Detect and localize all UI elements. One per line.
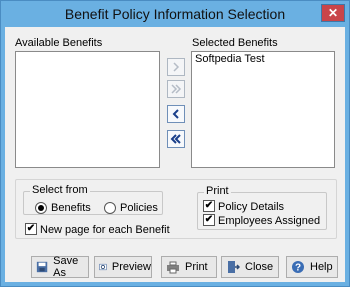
title-bar[interactable]: Benefit Policy Information Selection ✕ <box>1 1 349 27</box>
benefits-radio[interactable] <box>35 202 47 214</box>
window-title: Benefit Policy Information Selection <box>64 6 286 22</box>
window-close-button[interactable]: ✕ <box>321 4 345 22</box>
move-all-left-button[interactable] <box>167 130 185 148</box>
help-button[interactable]: ? Help <box>286 256 338 278</box>
select-from-title: Select from <box>30 184 90 196</box>
dialog-window: Benefit Policy Information Selection ✕ A… <box>0 0 350 287</box>
move-right-button[interactable] <box>167 58 185 76</box>
svg-text:?: ? <box>295 263 301 274</box>
preview-label: Preview <box>111 261 151 273</box>
employees-assigned-label: Employees Assigned <box>218 215 321 227</box>
available-benefits-list[interactable] <box>15 51 160 168</box>
save-as-label: Save As <box>53 255 79 279</box>
close-button[interactable]: Close <box>221 256 279 278</box>
employees-assigned-checkbox[interactable]: ✔ <box>203 214 215 226</box>
dialog-client-area: Available Benefits Selected Benefits Sof… <box>5 27 345 282</box>
save-as-button[interactable]: Save As <box>31 255 89 279</box>
new-page-checkbox[interactable]: ✔ <box>25 223 37 235</box>
print-button[interactable]: Print <box>161 256 217 278</box>
double-chevron-right-icon <box>171 84 182 94</box>
list-item[interactable]: Softpedia Test <box>192 52 334 66</box>
close-label: Close <box>245 261 274 273</box>
help-label: Help <box>310 261 333 273</box>
policy-details-label: Policy Details <box>218 201 285 213</box>
printer-icon <box>167 261 179 274</box>
chevron-right-icon <box>173 62 180 72</box>
print-group-title: Print <box>204 185 231 197</box>
selected-benefits-list[interactable]: Softpedia Test <box>191 51 335 168</box>
exit-door-icon <box>228 261 240 273</box>
print-label: Print <box>185 261 208 273</box>
selected-benefits-label: Selected Benefits <box>192 37 278 49</box>
policies-radio[interactable] <box>104 202 116 214</box>
available-benefits-label: Available Benefits <box>15 37 103 49</box>
policies-radio-label: Policies <box>120 202 158 214</box>
new-page-checkbox-label: New page for each Benefit <box>40 224 170 236</box>
move-all-right-button[interactable] <box>167 80 185 98</box>
double-chevron-left-icon <box>170 134 181 144</box>
policy-details-checkbox[interactable]: ✔ <box>203 200 215 212</box>
preview-button[interactable]: Preview <box>94 256 152 278</box>
benefits-radio-label: Benefits <box>51 202 91 214</box>
chevron-left-icon <box>172 109 179 119</box>
move-left-button[interactable] <box>167 105 185 123</box>
save-icon <box>36 261 48 273</box>
preview-icon <box>99 263 107 271</box>
help-icon: ? <box>292 261 304 274</box>
